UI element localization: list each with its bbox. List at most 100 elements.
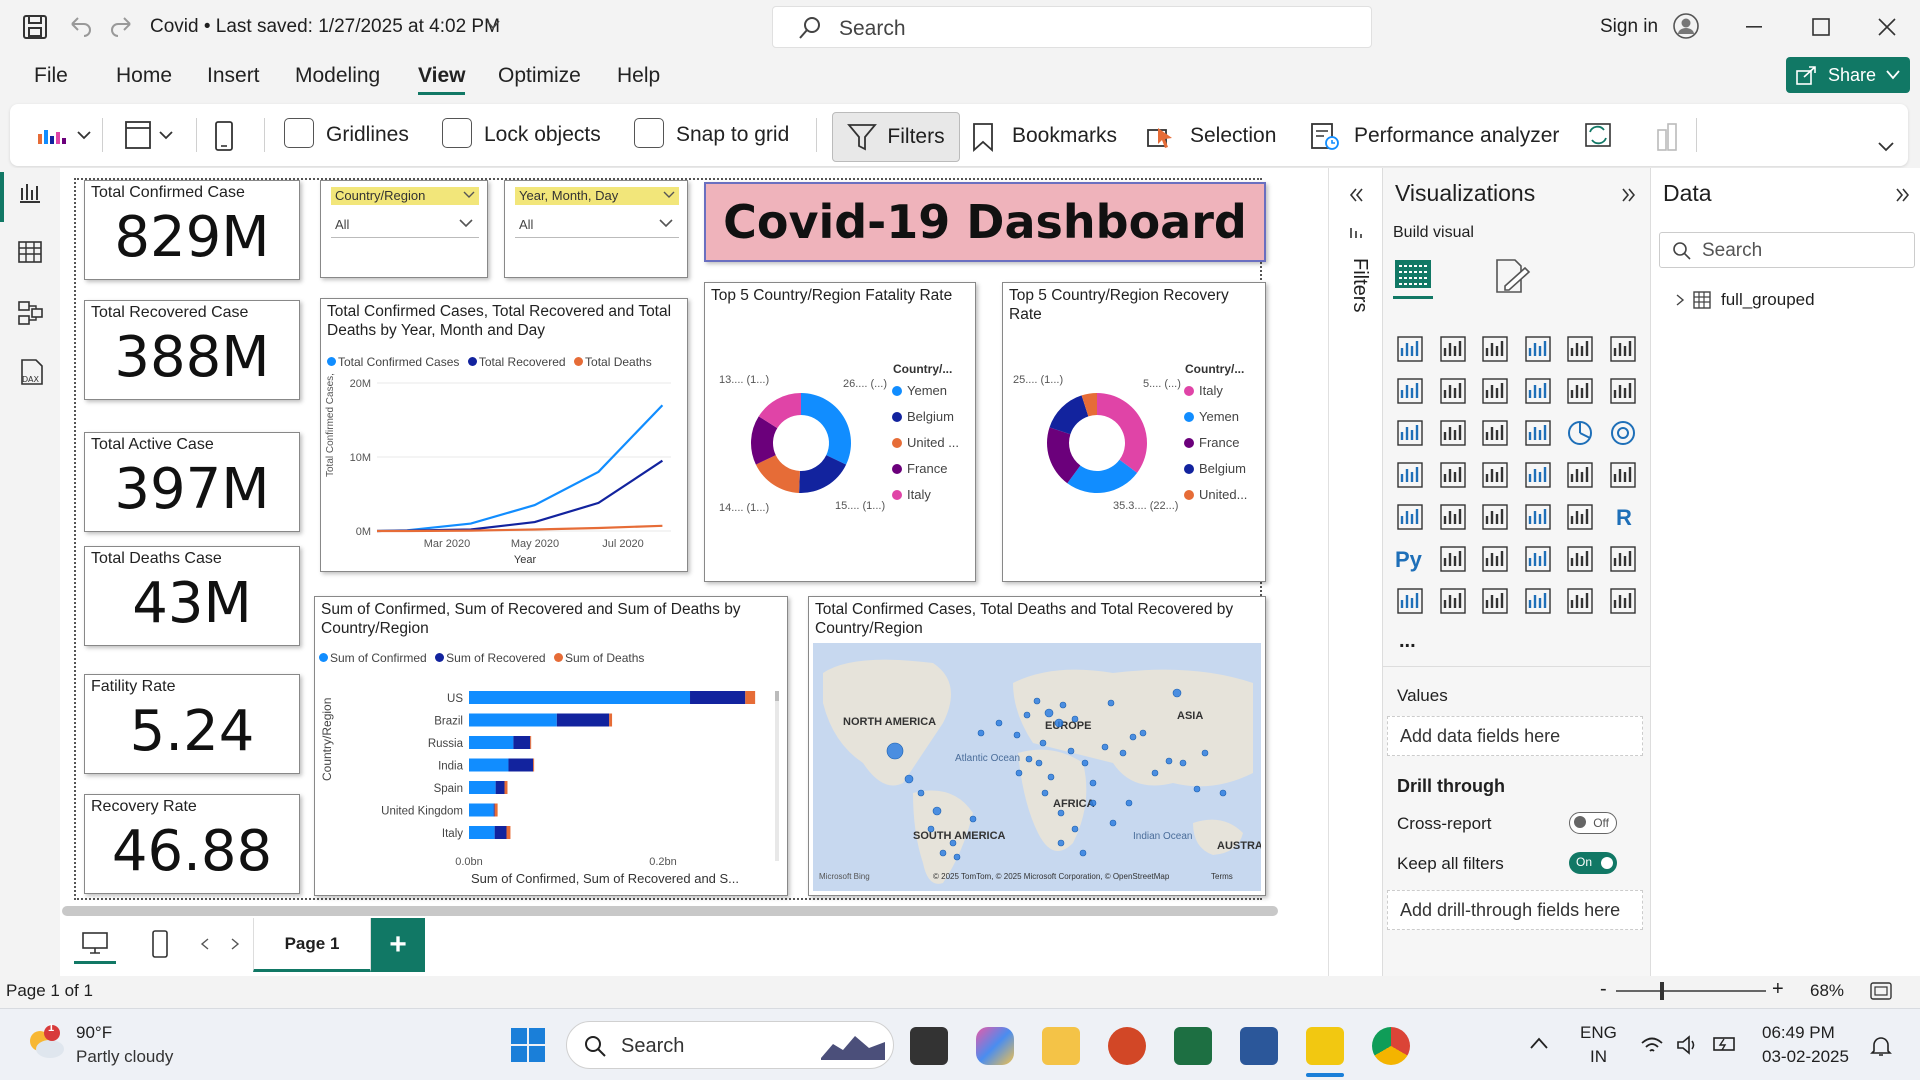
dashboard-title-card[interactable]: Covid-19 Dashboard xyxy=(704,182,1266,262)
trophy-icon[interactable] xyxy=(1608,544,1638,574)
windows-start-icon[interactable] xyxy=(510,1027,546,1063)
slicer-icon[interactable] xyxy=(1480,502,1510,532)
minimize-icon[interactable] xyxy=(1746,26,1762,28)
lock-objects-checkbox[interactable] xyxy=(442,118,472,148)
chevron-right-icon[interactable] xyxy=(230,938,240,950)
line-chart-visual[interactable]: Total Confirmed Cases, Total Recovered a… xyxy=(320,298,688,572)
menu-file[interactable]: File xyxy=(34,64,68,88)
map-visual[interactable]: Total Confirmed Cases, Total Deaths and … xyxy=(808,596,1266,896)
collapse-pane-icon[interactable] xyxy=(1895,188,1909,202)
field-parameters-icon[interactable] xyxy=(1654,120,1684,152)
clustered-bar-icon[interactable] xyxy=(1480,334,1510,364)
filters-toggle-button[interactable]: Filters xyxy=(832,112,960,162)
paginated-report-icon[interactable] xyxy=(1395,586,1425,616)
keep-all-filters-toggle[interactable]: On xyxy=(1569,852,1617,874)
desktop-layout-tab[interactable] xyxy=(74,926,116,964)
copilot-icon[interactable] xyxy=(976,1027,1014,1065)
smart-narrative-icon[interactable] xyxy=(1565,544,1595,574)
power-apps-icon[interactable] xyxy=(1438,586,1468,616)
power-automate-icon[interactable] xyxy=(1480,586,1510,616)
cross-report-toggle[interactable]: Off xyxy=(1569,812,1617,834)
menu-optimize[interactable]: Optimize xyxy=(498,64,581,88)
treemap-icon[interactable] xyxy=(1395,460,1425,490)
language-region[interactable]: IN xyxy=(1590,1047,1607,1067)
kpi-card[interactable]: Total Deaths Case 43M xyxy=(84,546,300,646)
fit-to-page-icon[interactable] xyxy=(1870,982,1892,1000)
chevron-down-icon[interactable] xyxy=(659,219,673,229)
pie-icon[interactable] xyxy=(1565,418,1595,448)
table-item-full-grouped[interactable]: full_grouped xyxy=(1721,290,1815,310)
ribbon-icon[interactable] xyxy=(1395,418,1425,448)
chevron-up-icon[interactable] xyxy=(1530,1037,1548,1049)
taskbar-search[interactable]: Search xyxy=(566,1021,894,1069)
powerpoint-icon[interactable] xyxy=(1108,1027,1146,1065)
100-stacked-area-icon[interactable] xyxy=(1523,376,1553,406)
stacked-column-icon[interactable] xyxy=(1438,334,1468,364)
card-icon[interactable] xyxy=(1608,460,1638,490)
scatter-icon[interactable] xyxy=(1523,418,1553,448)
clock-date[interactable]: 03-02-2025 xyxy=(1762,1047,1849,1067)
table-view-icon[interactable] xyxy=(18,240,42,264)
world-map[interactable]: NORTH AMERICA EUROPE ASIA Atlantic Ocean… xyxy=(813,643,1261,891)
performance-analyzer-button[interactable]: Performance analyzer xyxy=(1354,124,1559,148)
weather-partly-cloudy-icon[interactable] xyxy=(24,1023,68,1063)
clock-time[interactable]: 06:49 PM xyxy=(1762,1023,1835,1043)
collapse-pane-icon[interactable] xyxy=(1621,188,1635,202)
diamond-icon[interactable] xyxy=(1565,586,1595,616)
funnel-icon[interactable] xyxy=(1480,418,1510,448)
filters-pane-label[interactable]: Filters xyxy=(1341,258,1371,338)
power-bi-icon[interactable] xyxy=(1306,1027,1344,1065)
selection-icon[interactable] xyxy=(1146,122,1176,152)
line-clustered-column-icon[interactable] xyxy=(1608,376,1638,406)
chrome-icon[interactable] xyxy=(1372,1027,1410,1065)
date-slicer[interactable]: Year, Month, Day All xyxy=(504,180,688,278)
chevron-down-icon[interactable] xyxy=(459,219,473,229)
undo-icon[interactable] xyxy=(68,14,92,38)
search-box[interactable]: Search xyxy=(772,6,1372,48)
sync-slicers-icon[interactable] xyxy=(1582,120,1614,152)
chevron-left-icon[interactable] xyxy=(200,938,210,950)
azure-map-icon[interactable] xyxy=(1523,460,1553,490)
matrix-icon[interactable] xyxy=(1565,502,1595,532)
maximize-icon[interactable] xyxy=(1812,18,1830,36)
multi-row-card-icon[interactable] xyxy=(1395,502,1425,532)
kpi-card[interactable]: Total Recovered Case 388M xyxy=(84,300,300,400)
recovery-donut-visual[interactable]: Top 5 Country/Region Recovery Rate 25...… xyxy=(1002,282,1266,582)
chevrons-icon[interactable] xyxy=(1608,586,1638,616)
100-stacked-bar-icon[interactable] xyxy=(1565,334,1595,364)
wifi-icon[interactable] xyxy=(1640,1035,1664,1055)
file-explorer-icon[interactable] xyxy=(1042,1027,1080,1065)
menu-modeling[interactable]: Modeling xyxy=(295,64,380,88)
area-icon[interactable] xyxy=(1438,376,1468,406)
performance-analyzer-icon[interactable] xyxy=(1310,122,1340,152)
country-slicer[interactable]: Country/Region All xyxy=(320,180,488,278)
weather-desc[interactable]: Partly cloudy xyxy=(76,1047,173,1067)
fatality-donut-visual[interactable]: Top 5 Country/Region Fatality Rate 13...… xyxy=(704,282,976,582)
word-icon[interactable] xyxy=(1240,1027,1278,1065)
close-icon[interactable] xyxy=(1878,18,1896,36)
canvas-horizontal-scrollbar[interactable] xyxy=(62,906,1278,916)
zoom-out-button[interactable]: - xyxy=(1600,978,1607,1001)
values-well[interactable]: Add data fields here xyxy=(1387,716,1643,756)
document-title[interactable]: Covid • Last saved: 1/27/2025 at 4:02 PM xyxy=(150,16,500,38)
filled-map-icon[interactable] xyxy=(1480,460,1510,490)
snap-to-grid-checkbox[interactable] xyxy=(634,118,664,148)
excel-icon[interactable] xyxy=(1174,1027,1212,1065)
line-icon[interactable] xyxy=(1395,376,1425,406)
volume-icon[interactable] xyxy=(1676,1035,1700,1055)
chevron-down-icon[interactable] xyxy=(486,20,500,30)
gridlines-checkbox[interactable] xyxy=(284,118,314,148)
table-icon[interactable] xyxy=(1523,502,1553,532)
ribbon-expand-icon[interactable] xyxy=(1878,142,1894,152)
decomposition-tree-icon[interactable] xyxy=(1480,544,1510,574)
map-icon[interactable] xyxy=(1438,460,1468,490)
notifications-icon[interactable] xyxy=(1870,1035,1892,1057)
zoom-slider[interactable] xyxy=(1616,990,1766,992)
100-stacked-column-icon[interactable] xyxy=(1608,334,1638,364)
menu-view[interactable]: View xyxy=(418,64,466,95)
chevron-right-icon[interactable] xyxy=(1675,294,1685,306)
model-view-icon[interactable] xyxy=(18,300,44,326)
zoom-slider-thumb[interactable] xyxy=(1660,982,1664,1000)
data-search-input[interactable]: Search xyxy=(1659,232,1915,268)
task-view-icon[interactable] xyxy=(910,1027,948,1065)
